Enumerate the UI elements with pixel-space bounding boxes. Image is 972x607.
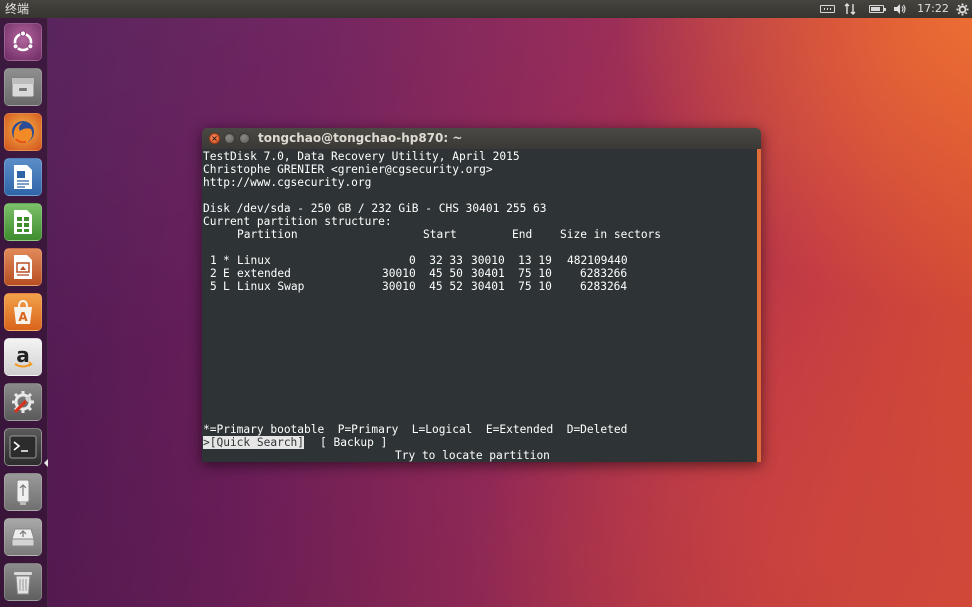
maximize-button[interactable] [239,133,250,144]
partition-size: 482109440 [567,254,628,267]
volume-icon[interactable] [892,0,908,18]
amazon-icon[interactable]: a [4,338,42,376]
window-title: tongchao@tongchao-hp870: ~ [258,131,463,145]
partition-start: 0 32 33 [409,254,463,267]
status-hint: Try to locate partition [395,449,550,462]
launcher: A a [0,18,48,607]
column-header-start: Start [423,228,457,241]
active-app-indicator [44,459,48,467]
column-header-end: End [512,228,533,241]
header-line: TestDisk 7.0, Data Recovery Utility, Apr… [203,150,520,163]
software-center-icon[interactable]: A [4,293,42,331]
header-line: http://www.cgsecurity.org [203,176,372,189]
window-titlebar[interactable]: × tongchao@tongchao-hp870: ~ [202,128,761,149]
terminal-scroll-edge [757,149,761,462]
partition-name: Linux Swap [237,280,305,293]
trash-icon[interactable] [4,563,42,601]
top-panel: 终端 17:22 [0,0,972,18]
partition-end: 30401 75 10 [471,280,552,293]
ubuntu-home-icon[interactable] [4,23,42,61]
app-menu-title[interactable]: 终端 [5,0,29,18]
partition-start: 30010 45 50 [382,267,463,280]
svg-text:A: A [18,310,28,324]
partition-end: 30401 75 10 [471,267,552,280]
keyboard-icon[interactable] [818,0,836,18]
terminal-body[interactable]: TestDisk 7.0, Data Recovery Utility, Apr… [202,149,757,462]
header-line: Christophe GRENIER <grenier@cgsecurity.o… [203,163,493,176]
close-button[interactable]: × [209,133,220,144]
partition-number: 1 [210,254,217,267]
legend: *=Primary bootable P=Primary L=Logical E… [203,423,628,436]
close-icon: × [211,134,218,143]
files-icon[interactable] [4,68,42,106]
svg-text:a: a [16,343,30,367]
terminal-window: × tongchao@tongchao-hp870: ~ TestDisk 7.… [202,128,761,462]
column-header-partition: Partition [237,228,298,241]
partition-flag: L [223,280,230,293]
clock[interactable]: 17:22 [917,0,949,18]
usb-drive-icon[interactable] [4,473,42,511]
terminal-icon[interactable] [4,428,42,466]
partition-flag: E [223,267,230,280]
partition-number: 5 [210,280,217,293]
impress-icon[interactable] [4,248,42,286]
battery-icon[interactable] [866,0,886,18]
firefox-icon[interactable] [4,113,42,151]
system-settings-icon[interactable] [4,383,42,421]
partition-size: 6283266 [580,267,628,280]
disk-info: Disk /dev/sda - 250 GB / 232 GiB - CHS 3… [203,202,547,215]
gear-icon[interactable] [955,0,969,18]
backup-button[interactable]: [ Backup ] [320,436,387,449]
partition-name: Linux [237,254,271,267]
partition-start: 30010 45 52 [382,280,463,293]
calc-icon[interactable] [4,203,42,241]
structure-label: Current partition structure: [203,215,392,228]
minimize-button[interactable] [224,133,235,144]
removable-drive-icon[interactable] [4,518,42,556]
writer-icon[interactable] [4,158,42,196]
partition-end: 30010 13 19 [471,254,552,267]
partition-size: 6283264 [580,280,628,293]
partition-number: 2 [210,267,217,280]
partition-name: extended [237,267,291,280]
network-icon[interactable] [843,0,857,18]
column-header-size: Size in sectors [560,228,662,241]
quick-search-button[interactable]: >[Quick Search] [203,436,305,449]
partition-flag: * [223,254,230,267]
